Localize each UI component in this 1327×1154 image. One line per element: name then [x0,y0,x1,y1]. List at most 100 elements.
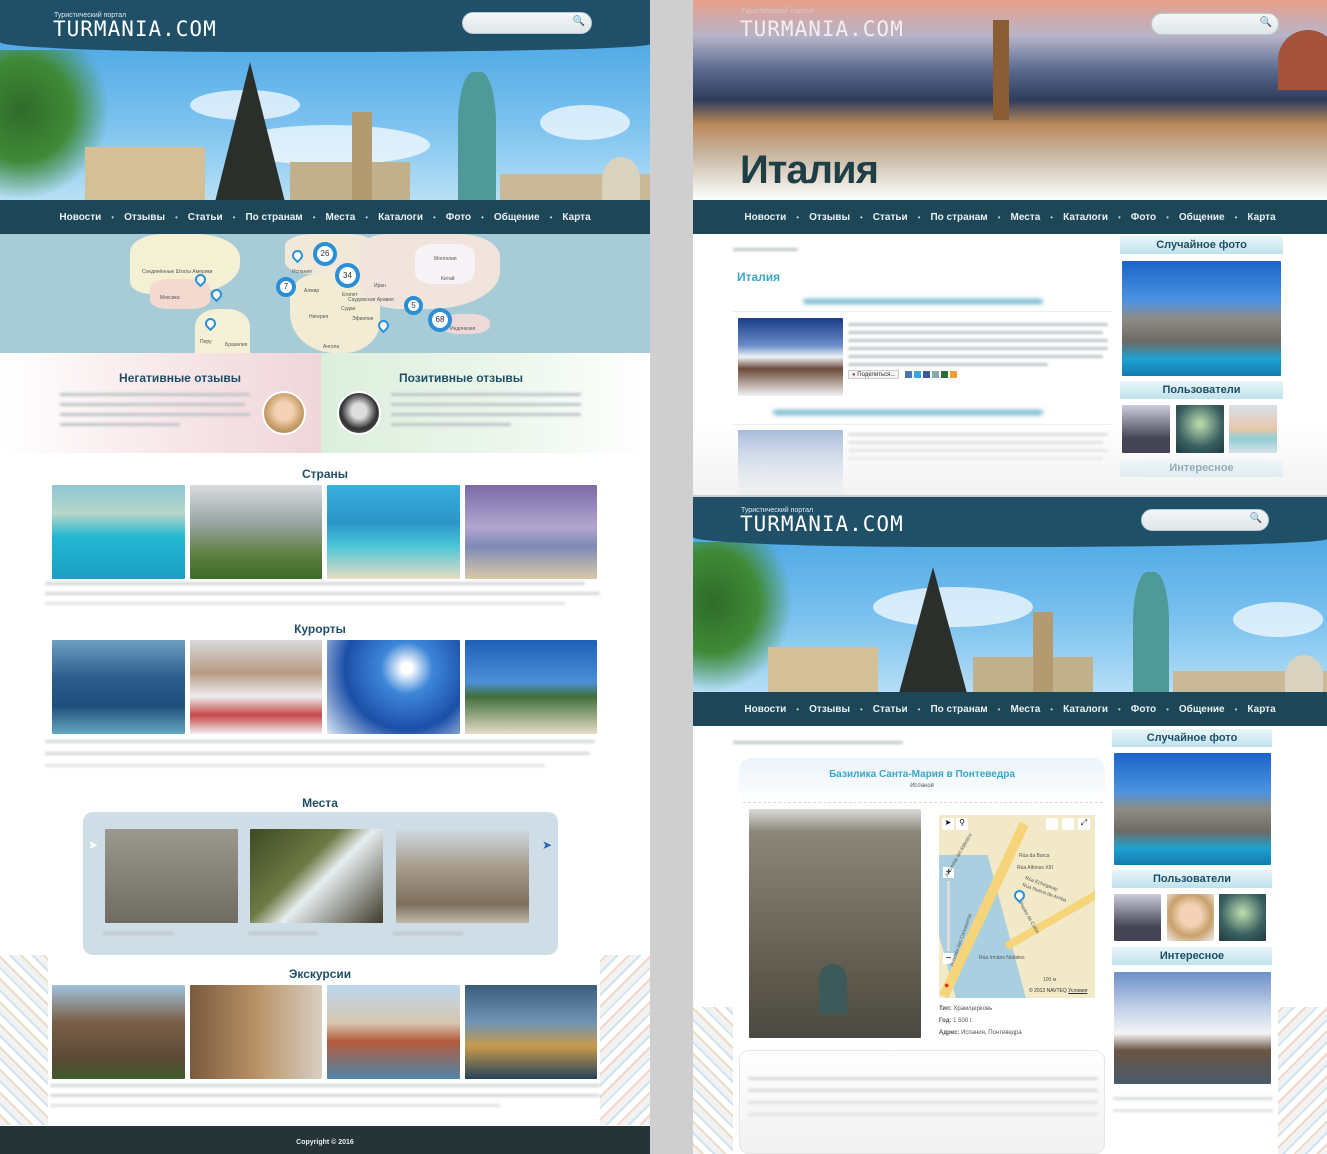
map-fullscreen-icon[interactable]: ⤢ [1078,818,1090,830]
odnoklassniki-icon[interactable] [950,371,957,378]
nav-catalogs[interactable]: Каталоги [1063,212,1108,223]
search-icon[interactable]: 🔍 [573,16,585,27]
site-logo[interactable]: TURMANIA.COM [740,17,904,41]
nav-photo[interactable]: Фото [1131,212,1156,223]
resort-photo[interactable] [52,640,185,734]
resort-photo[interactable] [465,640,597,734]
map-zoom-slider[interactable] [947,881,950,951]
user-avatar[interactable] [1114,894,1161,941]
search-icon[interactable]: 🔍 [1260,17,1272,28]
site-logo[interactable]: TURMANIA.COM [53,17,217,41]
nav-articles[interactable]: Статьи [188,212,223,223]
nav-community[interactable]: Общение [1179,212,1225,223]
nav-community[interactable]: Общение [1179,704,1225,715]
nav-photo[interactable]: Фото [446,212,471,223]
world-map[interactable]: Соединённые Штаты Америки Мексика Испани… [0,234,650,353]
excursion-photo[interactable] [190,985,322,1079]
map-label: Перу [200,339,212,345]
site-logo[interactable]: TURMANIA.COM [740,512,904,536]
resort-photo[interactable] [327,640,460,734]
sidebar-heading-users: Пользователи [1120,381,1283,399]
nav-articles[interactable]: Статьи [873,212,908,223]
interesting-photo[interactable] [1114,972,1271,1084]
random-photo[interactable] [1122,261,1281,376]
place-photo[interactable] [105,829,238,923]
link-icon[interactable] [932,371,939,378]
nav-map[interactable]: Карта [1247,212,1275,223]
user-avatar[interactable] [1219,894,1266,941]
copyright-text: Copyright © 2016 [296,1139,354,1146]
share-button[interactable]: ● Поделиться... [848,370,900,379]
place-photo[interactable] [396,829,529,923]
map-traffic-icon[interactable] [1046,818,1058,830]
positive-reviews-heading[interactable]: Позитивные отзывы [361,371,561,385]
map-cluster[interactable]: 5 [404,296,423,315]
avatar[interactable] [337,391,381,435]
negative-reviews-heading[interactable]: Негативные отзывы [80,371,280,385]
section-title-excursions: Экскурсии [288,967,352,981]
nav-catalogs[interactable]: Каталоги [378,212,423,223]
vk-icon[interactable] [905,371,912,378]
place-photo[interactable] [250,829,383,923]
nav-map[interactable]: Карта [562,212,590,223]
moimir-icon[interactable] [941,371,948,378]
map-cluster[interactable]: 68 [428,308,452,332]
eiffel-tower [215,62,285,202]
country-photo[interactable] [52,485,185,579]
nav-news[interactable]: Новости [744,212,786,223]
resort-photo[interactable] [190,640,322,734]
map-cluster[interactable]: 26 [313,242,337,266]
article-photo[interactable] [738,318,843,396]
user-avatar[interactable] [1229,405,1277,453]
nav-news[interactable]: Новости [59,212,101,223]
map-locate-icon[interactable]: ➤ [942,818,954,830]
map-cluster[interactable]: 7 [276,277,296,297]
nav-countries[interactable]: По странам [930,212,987,223]
section-title-resorts: Курорты [294,622,346,636]
nav-countries[interactable]: По странам [930,704,987,715]
sidebar-heading-interesting: Интересное [1112,947,1272,965]
nav-news[interactable]: Новости [744,704,786,715]
avatar[interactable] [262,391,306,435]
excursion-photo[interactable] [52,985,185,1079]
excursion-photo[interactable] [327,985,460,1079]
nav-places[interactable]: Места [326,212,356,223]
map-cluster[interactable]: 34 [335,263,360,288]
nav-places[interactable]: Места [1011,704,1041,715]
search-icon[interactable]: 🔍 [1250,513,1262,524]
excursion-photo[interactable] [465,985,597,1079]
random-photo[interactable] [1114,753,1271,865]
country-photo[interactable] [465,485,597,579]
facebook-icon[interactable] [923,371,930,378]
country-photo[interactable] [327,485,460,579]
nav-photo[interactable]: Фото [1131,704,1156,715]
country-photo[interactable] [190,485,322,579]
nav-map[interactable]: Карта [1247,704,1275,715]
user-avatar[interactable] [1122,405,1170,453]
search-input[interactable]: 🔍 [1141,509,1269,531]
carousel-prev-icon[interactable]: ➤ [88,838,98,852]
nav-community[interactable]: Общение [494,212,540,223]
nav-countries[interactable]: По странам [245,212,302,223]
search-input[interactable]: 🔍 [1151,13,1279,35]
user-avatar[interactable] [1176,405,1224,453]
map-label: Иран [374,283,386,289]
nav-reviews[interactable]: Отзывы [809,704,850,715]
nav-reviews[interactable]: Отзывы [809,212,850,223]
map-layers-icon[interactable] [1062,818,1074,830]
place-map[interactable]: ➤ ⚲ ⤢ + − Autopista del Atlántico Rúa da… [939,815,1095,998]
nav-articles[interactable]: Статьи [873,704,908,715]
user-avatar[interactable] [1167,894,1214,941]
map-pin-icon[interactable] [1011,887,1028,904]
place-photo[interactable] [749,809,921,1038]
street-label: Rúa Alfonso XIII [1017,865,1053,871]
nav-reviews[interactable]: Отзывы [124,212,165,223]
nav-catalogs[interactable]: Каталоги [1063,704,1108,715]
map-label: Судан [341,306,356,312]
carousel-next-icon[interactable]: ➤ [542,838,552,852]
nav-places[interactable]: Места [1011,212,1041,223]
map-terms-link[interactable]: Условия [1068,988,1087,994]
map-search-icon[interactable]: ⚲ [956,818,968,830]
search-input[interactable]: 🔍 [462,12,592,34]
twitter-icon[interactable] [914,371,921,378]
